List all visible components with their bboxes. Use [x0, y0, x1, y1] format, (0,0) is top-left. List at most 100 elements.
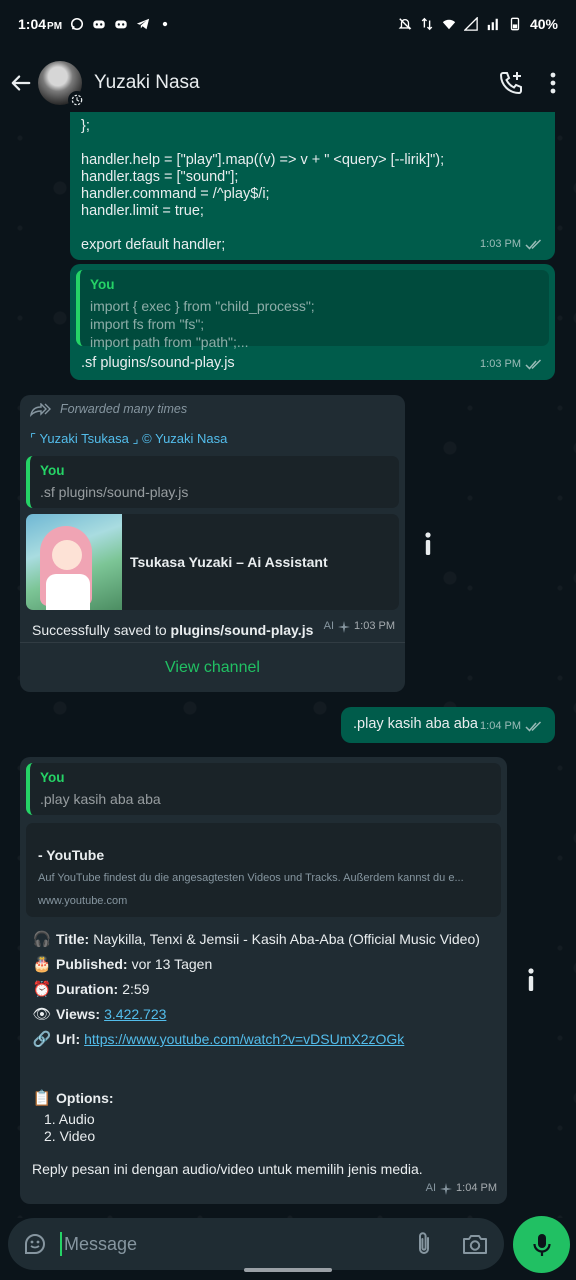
youtube-card-description: Auf YouTube findest du die angesagtesten… [38, 872, 464, 884]
contact-name[interactable]: Yuzaki Nasa [94, 72, 200, 94]
clock: 1:04PM [18, 16, 63, 32]
youtube-card-domain: www.youtube.com [38, 895, 128, 907]
message-placeholder: Message [60, 1232, 137, 1256]
message-meta: 1:04 PM [480, 718, 543, 735]
link-preview-card[interactable]: Tsukasa Yuzaki – Ai Assistant [26, 514, 399, 610]
ai-sparkle-icon [440, 1182, 453, 1195]
detail-label: Duration: [56, 981, 119, 997]
mute-icon [398, 18, 412, 30]
ai-sparkle-icon [338, 620, 351, 633]
voice-record-button[interactable] [513, 1216, 570, 1273]
whatsapp-icon [70, 17, 84, 31]
message-text: .sf plugins/sound-play.js [81, 355, 235, 371]
detail-views: 👁 Views: 3.422.723 [32, 1002, 501, 1027]
view-channel-button[interactable]: View channel [20, 642, 405, 692]
status-bar: 1:04PM 40% [0, 0, 576, 48]
message-youtube-reply[interactable]: You .play kasih aba aba - YouTube Auf Yo… [20, 757, 507, 1204]
channel-link[interactable]: ⌜ Yuzaki Tsukasa ⌟ © Yuzaki Nasa [30, 430, 399, 447]
quote-line: import { exec } from "child_process"; [90, 298, 315, 314]
info-icon[interactable] [422, 532, 434, 556]
quoted-message[interactable]: You import { exec } from "child_process"… [76, 270, 549, 350]
detail-value: 2:59 [122, 981, 150, 997]
double-check-icon [525, 239, 542, 250]
option-item: 2. Video [44, 1128, 96, 1144]
views-link[interactable]: 3.422.723 [104, 1002, 166, 1027]
signal-bars-icon [487, 18, 498, 31]
microphone-icon [532, 1233, 551, 1256]
message-code[interactable]: }; handler.help = ["play"].map((v) => v … [70, 112, 555, 260]
detail-value: vor 13 Tagen [131, 956, 213, 972]
message-input[interactable]: Message [8, 1218, 504, 1270]
quoted-message[interactable]: You .play kasih aba aba [26, 763, 501, 815]
youtube-card-title: - YouTube [38, 847, 105, 863]
text-bold: plugins/sound-play.js [170, 622, 314, 638]
camera-icon[interactable] [462, 1232, 488, 1256]
youtube-link-card[interactable]: - YouTube Auf YouTube findest du die ang… [26, 823, 501, 917]
message-time: 1:04 PM [456, 1182, 497, 1194]
message-meta: AI 1:03 PM [324, 618, 395, 635]
detail-value: Naykilla, Tenxi & Jemsii - Kasih Aba-Aba… [93, 931, 480, 947]
add-call-icon[interactable] [498, 70, 524, 96]
signal-icon [463, 17, 478, 31]
sticker-icon[interactable] [22, 1231, 48, 1257]
video-url-link[interactable]: https://www.youtube.com/watch?v=vDSUmX2z… [84, 1027, 404, 1052]
message-play-command[interactable]: .play kasih aba aba 1:04 PM [341, 707, 555, 743]
link-icon: 🔗 [32, 1031, 52, 1048]
status-ring-icon [68, 91, 86, 109]
quote-line: import fs from "fs"; [90, 316, 205, 332]
chat-header: Yuzaki Nasa [0, 48, 576, 118]
reply-hint: Reply pesan ini dengan audio/video untuk… [32, 1161, 423, 1177]
message-text: .play kasih aba aba [353, 716, 478, 732]
detail-label: Views: [56, 1006, 101, 1022]
double-check-icon [525, 359, 542, 370]
more-options-icon[interactable] [550, 72, 556, 94]
discord-icon-2 [115, 20, 127, 29]
battery-level: 40% [529, 16, 558, 32]
detail-published: 🎂 Published: vor 13 Tagen [32, 952, 501, 977]
quoted-message[interactable]: You .sf plugins/sound-play.js [26, 456, 399, 508]
wifi-icon [442, 19, 456, 30]
eye-icon: 👁 [32, 1006, 52, 1023]
avatar[interactable] [38, 61, 86, 109]
quote-line: .play kasih aba aba [40, 791, 161, 807]
message-time: 1:03 PM [480, 238, 521, 250]
forwarded-label: Forwarded many times [30, 401, 399, 418]
message-meta: AI 1:04 PM [426, 1180, 497, 1197]
quote-line: import path from "path";... [90, 334, 249, 350]
text-prefix: Successfully saved to [32, 622, 171, 638]
cake-icon: 🎂 [32, 956, 52, 973]
double-check-icon [525, 721, 542, 732]
code-line: handler.tags = ["sound"]; [81, 169, 239, 185]
code-line: handler.command = /^play$/i; [81, 186, 270, 202]
preview-thumbnail [26, 514, 122, 610]
alarm-clock-icon: ⏰ [32, 981, 52, 998]
message-time: 1:04 PM [480, 720, 521, 732]
data-arrows-icon [421, 17, 433, 31]
code-line: export default handler; [81, 237, 226, 253]
battery-icon [510, 17, 520, 31]
detail-label: Title: [56, 931, 90, 947]
detail-label: Url: [56, 1031, 81, 1047]
info-icon[interactable] [525, 968, 537, 992]
message-save-command[interactable]: You import { exec } from "child_process"… [70, 264, 555, 380]
forwarded-icon [30, 402, 51, 417]
options-header: 📋 Options: [32, 1086, 501, 1111]
headphones-icon: 🎧 [32, 931, 52, 948]
code-line: handler.help = ["play"].map((v) => v + "… [81, 152, 445, 168]
message-bot-reply[interactable]: Forwarded many times ⌜ Yuzaki Tsukasa ⌟ … [20, 395, 405, 692]
telegram-icon [136, 18, 150, 30]
code-line: }; [81, 118, 90, 134]
detail-label: Published: [56, 956, 128, 972]
quote-author: You [40, 770, 65, 785]
discord-icon [93, 20, 105, 29]
message-meta: 1:03 PM [480, 236, 543, 253]
message-meta: 1:03 PM [480, 356, 543, 373]
back-arrow-icon[interactable] [10, 72, 32, 94]
forwarded-text: Forwarded many times [60, 402, 188, 416]
ai-label: AI [425, 1182, 437, 1194]
message-time: 1:03 PM [480, 358, 521, 370]
quote-line: .sf plugins/sound-play.js [40, 484, 189, 500]
attach-icon[interactable] [416, 1231, 432, 1257]
